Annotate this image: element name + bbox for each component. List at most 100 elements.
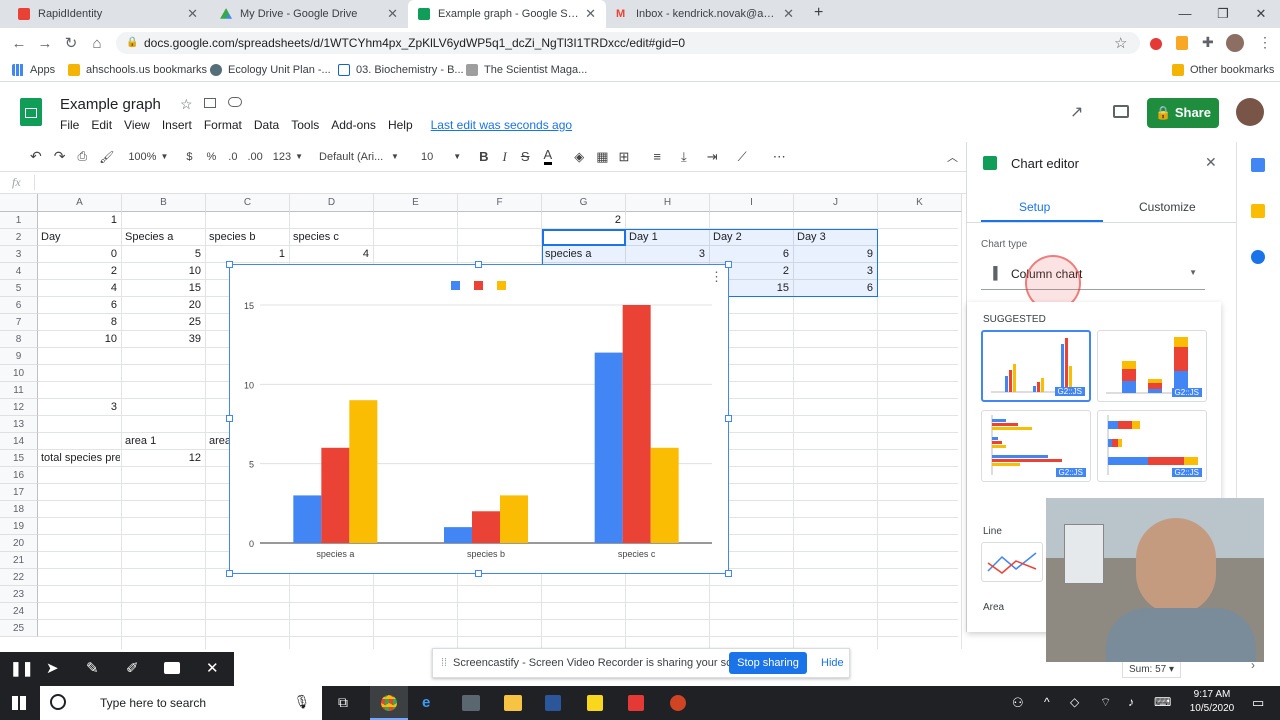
back-icon[interactable]: ← [6,35,32,52]
cell-h3[interactable]: 3 [626,246,708,263]
cell-a7[interactable]: 8 [38,314,120,331]
row-header[interactable]: 8 [0,331,38,348]
extension-icon[interactable] [1176,36,1188,50]
column-header[interactable]: I [710,194,794,212]
edge-icon[interactable]: e [422,694,430,711]
cell-b7[interactable]: 25 [122,314,204,331]
cell-a15[interactable]: total species pre [38,450,120,467]
cell-g1[interactable]: 2 [542,212,624,229]
row-header[interactable]: 22 [0,569,38,586]
active-cell[interactable] [542,229,626,246]
row-header[interactable]: 14 [0,433,38,450]
calendar-icon[interactable] [1251,158,1265,172]
cell-a4[interactable]: 2 [38,263,120,280]
cell-a12[interactable]: 3 [38,399,120,416]
hide-button[interactable]: Hide [821,657,844,669]
chart-object[interactable]: 0 5 10 15 species a species b species c ⋮ [229,264,729,574]
undo-icon[interactable]: ↶ [30,148,42,165]
cell-j3[interactable]: 9 [794,246,876,263]
collapse-icon[interactable]: ︿ [947,149,958,165]
column-header[interactable]: C [206,194,290,212]
row-header[interactable]: 21 [0,552,38,569]
row-header[interactable]: 12 [0,399,38,416]
close-window-icon[interactable]: ✕ [1242,0,1280,28]
cell-c3[interactable]: 1 [206,246,288,263]
clock[interactable]: 9:17 AM 10/5/2020 [1182,688,1242,716]
align-left-icon[interactable]: ≡ [653,149,661,164]
cell-b4[interactable]: 10 [122,263,204,280]
menu-help[interactable]: Help [388,118,413,132]
cell-g3[interactable]: species a [542,246,624,263]
cell-b3[interactable]: 5 [122,246,204,263]
row-header[interactable]: 17 [0,484,38,501]
italic-button[interactable]: I [503,149,507,165]
text-color-button[interactable]: A [543,148,553,165]
redo-icon[interactable]: ↷ [54,148,66,165]
row-header[interactable]: 2 [0,229,38,246]
row-header[interactable]: 25 [0,620,38,637]
browser-tab-rapididentity[interactable]: RapidIdentity ✕ [8,0,208,28]
bookmark-ecology[interactable]: Ecology Unit Plan -... [210,58,331,82]
bookmark-other[interactable]: Other bookmarks [1172,58,1274,82]
text-wrap-icon[interactable]: ⇥ [707,149,718,165]
column-header[interactable]: E [374,194,458,212]
tab-customize[interactable]: Customize [1139,200,1196,214]
menu-insert[interactable]: Insert [162,118,192,132]
cell-a6[interactable]: 6 [38,297,120,314]
close-icon[interactable]: ✕ [783,6,794,22]
row-header[interactable]: 7 [0,314,38,331]
minimize-icon[interactable]: — [1166,0,1204,28]
cell-j4[interactable]: 3 [794,263,876,280]
store-icon[interactable] [462,695,480,711]
bookmark-biochem[interactable]: 03. Biochemistry - B... [338,58,464,82]
row-header[interactable]: 24 [0,603,38,620]
resize-handle[interactable] [725,261,732,268]
camera-icon[interactable] [164,662,180,674]
borders-icon[interactable]: ▦ [596,149,608,165]
row-header[interactable]: 20 [0,535,38,552]
keyboard-icon[interactable]: ⌨ [1154,695,1171,709]
bar[interactable] [622,305,651,543]
currency-button[interactable]: $ [186,151,192,163]
cell-a5[interactable]: 4 [38,280,120,297]
resize-handle[interactable] [226,570,233,577]
bar[interactable] [293,495,322,543]
column-header[interactable]: H [626,194,710,212]
suggested-column-thumb[interactable]: G2::JS [981,330,1091,402]
chart-type-select[interactable]: ▐ Column chart ▼ [981,258,1205,290]
stop-sharing-button[interactable]: Stop sharing [729,652,807,674]
strikethrough-button[interactable]: S [521,149,530,164]
cell-j5[interactable]: 6 [794,280,876,297]
row-header[interactable]: 1 [0,212,38,229]
maximize-icon[interactable]: ❐ [1204,0,1242,28]
bar[interactable] [321,447,350,543]
avatar[interactable] [1226,34,1244,52]
volume-icon[interactable]: ♪ [1128,695,1134,709]
drag-icon[interactable]: ⁞⁞ [441,657,447,669]
move-folder-icon[interactable] [204,98,216,108]
line-chart-thumb[interactable] [981,542,1043,582]
row-header[interactable]: 4 [0,263,38,280]
new-tab-icon[interactable]: + [814,4,823,22]
menu-data[interactable]: Data [254,118,279,132]
star-icon[interactable]: ☆ [1114,34,1127,52]
bar[interactable] [500,495,528,543]
more-icon[interactable]: ⋯ [773,149,786,165]
doc-title[interactable]: Example graph [60,96,161,113]
share-button[interactable]: 🔒 Share [1147,98,1219,128]
keep-icon[interactable] [1251,204,1265,218]
menu-view[interactable]: View [124,118,150,132]
cell-b15[interactable]: 12 [122,450,204,467]
text-rotate-icon[interactable]: ⟋ [738,149,747,165]
suggested-bar-thumb[interactable]: G2::JS [981,410,1091,482]
resize-handle[interactable] [725,415,732,422]
print-icon[interactable]: ⎙ [77,149,87,164]
cell-i3[interactable]: 6 [710,246,792,263]
browser-tab-drive[interactable]: My Drive - Google Drive ✕ [210,0,408,28]
bar[interactable] [349,400,378,543]
bookmark-scientist[interactable]: The Scientist Maga... [466,58,587,82]
dropbox-icon[interactable]: ◇ [1070,695,1079,709]
star-icon[interactable]: ☆ [180,96,193,113]
paint-format-icon[interactable]: 🖌 [99,150,114,164]
resize-handle[interactable] [475,261,482,268]
